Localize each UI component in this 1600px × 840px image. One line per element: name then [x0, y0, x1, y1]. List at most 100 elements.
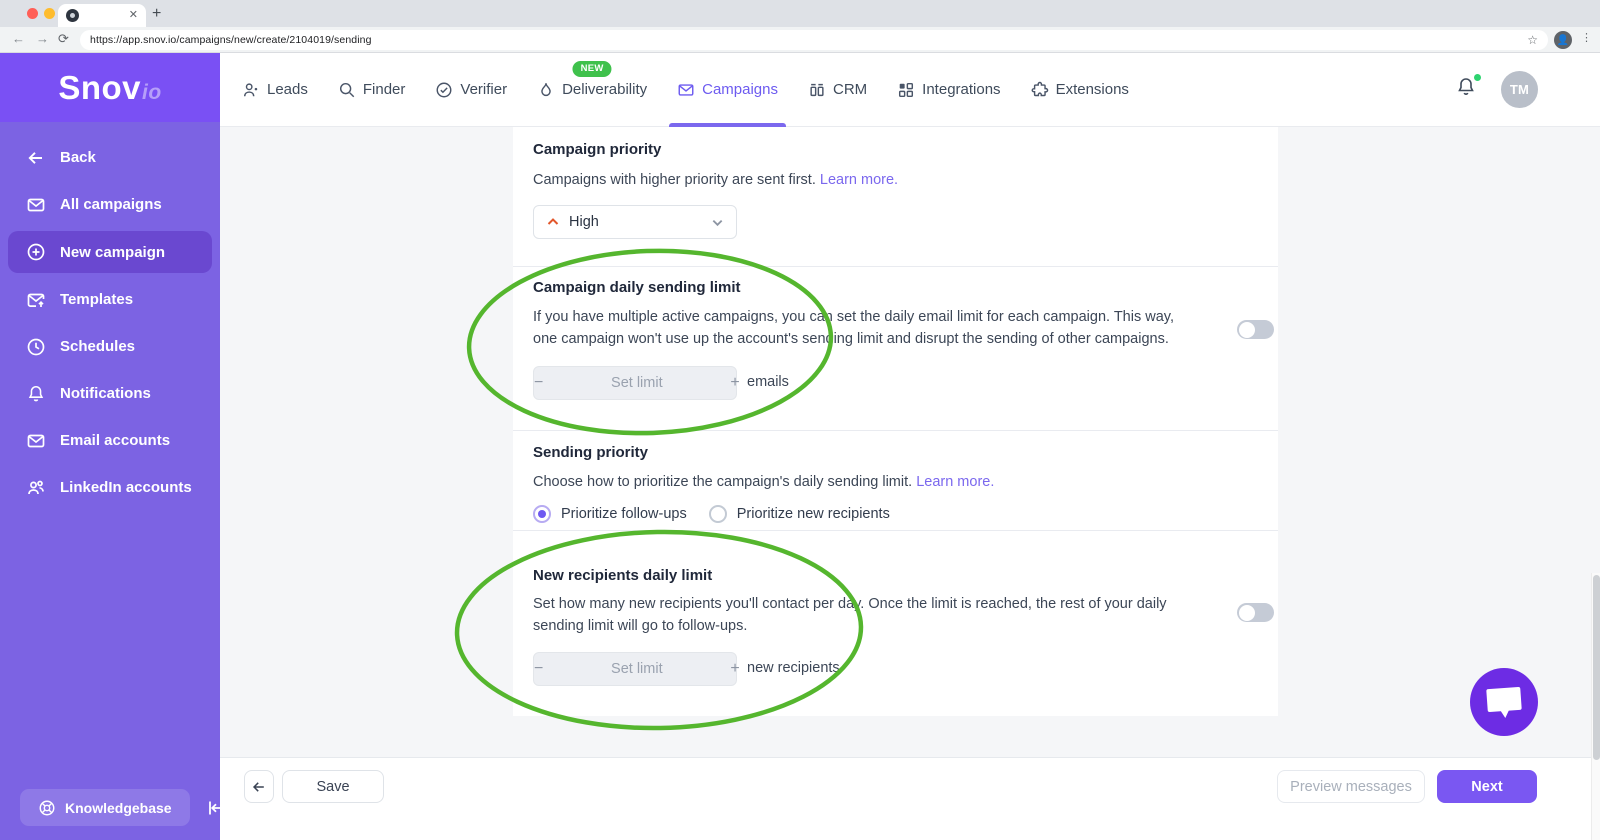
- new-recipients-stepper: − +: [533, 652, 740, 686]
- sidebar-item-all-campaigns[interactable]: All campaigns: [0, 181, 220, 228]
- nav-item-verifier[interactable]: Verifier: [435, 53, 507, 127]
- browser-reload-icon[interactable]: ⟳: [58, 31, 69, 47]
- nav-label: Verifier: [460, 81, 508, 98]
- lifebuoy-icon: [39, 800, 55, 815]
- nav-label: Finder: [362, 81, 406, 98]
- sending-priority-description: Choose how to prioritize the campaign's …: [533, 471, 1198, 493]
- leads-icon: [243, 82, 258, 96]
- notifications-button[interactable]: [1455, 72, 1483, 103]
- daily-limit-description: If you have multiple active campaigns, y…: [533, 309, 1174, 347]
- knowledgebase-label: Knowledgebase: [65, 799, 172, 816]
- sidebar-item-schedules[interactable]: Schedules: [0, 323, 220, 370]
- radio-label: Prioritize follow-ups: [561, 506, 687, 522]
- nav-item-campaigns[interactable]: Campaigns: [669, 53, 786, 127]
- sidebar-item-back[interactable]: Back: [0, 134, 220, 181]
- daily-limit-toggle[interactable]: [1237, 320, 1274, 339]
- envelope-icon: [678, 83, 694, 96]
- logo-area[interactable]: Snovio: [0, 53, 220, 122]
- browser-profile-icon[interactable]: 👤: [1554, 31, 1572, 49]
- plus-button[interactable]: +: [730, 374, 739, 392]
- nav-item-finder[interactable]: Finder: [338, 53, 406, 127]
- priority-select-value: High: [569, 214, 599, 230]
- sidebar-item-label: Templates: [60, 291, 134, 308]
- daily-limit-input[interactable]: [543, 375, 731, 391]
- knowledgebase-button[interactable]: Knowledgebase: [20, 789, 190, 826]
- nav-item-extensions[interactable]: Extensions: [1031, 53, 1129, 127]
- mac-minimize-button[interactable]: [44, 8, 55, 19]
- chevron-down-icon: [711, 216, 724, 229]
- nav-item-crm[interactable]: CRM: [808, 53, 867, 127]
- sidebar-item-label: Schedules: [60, 338, 136, 355]
- browser-menu-icon[interactable]: ⋮: [1581, 31, 1592, 44]
- description-text: Choose how to prioritize the campaign's …: [533, 474, 913, 490]
- main-nav: Leads Finder Verifier NEW Deliverability…: [220, 53, 1129, 127]
- toggle-knob: [1238, 604, 1255, 621]
- new-recipients-input[interactable]: [543, 661, 731, 677]
- radio-unselected-icon: [708, 505, 727, 523]
- main-content: Campaign priority Campaigns with higher …: [220, 127, 1600, 757]
- radio-label: Prioritize new recipients: [736, 506, 890, 522]
- plus-button[interactable]: +: [730, 660, 739, 678]
- sidebar-items: Back All campaigns New campaign Template…: [0, 122, 220, 511]
- back-step-button[interactable]: [244, 770, 274, 803]
- new-recipients-description: Set how many new recipients you'll conta…: [533, 596, 1167, 634]
- nav-label: Leads: [267, 81, 308, 98]
- sidebar-item-notifications[interactable]: Notifications: [0, 370, 220, 417]
- browser-urlbar: ← → ⟳ https://app.snov.io/campaigns/new/…: [0, 27, 1600, 53]
- section-divider: [513, 430, 1278, 431]
- browser-back-icon[interactable]: ←: [12, 31, 25, 46]
- sidebar-item-label: New campaign: [60, 243, 166, 261]
- scrollbar-thumb[interactable]: [1593, 575, 1600, 760]
- sending-settings-card: Campaign priority Campaigns with higher …: [513, 127, 1278, 716]
- nav-label: Deliverability: [562, 81, 648, 98]
- learn-more-link[interactable]: Learn more.: [916, 474, 994, 490]
- new-tab-button[interactable]: +: [152, 5, 161, 23]
- nav-label: Integrations: [922, 81, 1001, 98]
- mac-close-button[interactable]: [27, 8, 38, 19]
- save-button[interactable]: Save: [282, 770, 384, 803]
- nav-item-deliverability[interactable]: NEW Deliverability: [537, 53, 647, 127]
- sending-priority-title: Sending priority: [533, 444, 649, 461]
- clock-icon: [27, 338, 45, 355]
- learn-more-link[interactable]: Learn more.: [820, 172, 898, 188]
- browser-tabstrip: ✕ +: [0, 0, 1600, 27]
- sidebar-item-linkedin-accounts[interactable]: LinkedIn accounts: [0, 464, 220, 511]
- new-recipients-toggle[interactable]: [1237, 603, 1274, 622]
- notification-dot: [1472, 72, 1483, 83]
- nav-label: CRM: [833, 81, 868, 98]
- grid-icon: [899, 82, 914, 97]
- nav-item-integrations[interactable]: Integrations: [897, 53, 1001, 127]
- puzzle-icon: [1031, 81, 1048, 96]
- arrow-left-icon: [28, 151, 42, 164]
- user-avatar[interactable]: TM: [1501, 71, 1538, 108]
- arrow-left-icon: [252, 781, 264, 792]
- browser-tab[interactable]: ✕: [58, 4, 146, 27]
- new-recipients-title: New recipients daily limit: [533, 567, 713, 584]
- sidebar-item-label: Back: [60, 149, 96, 166]
- crm-icon: [810, 83, 824, 96]
- sidebar-item-label: Notifications: [60, 385, 151, 402]
- daily-limit-title: Campaign daily sending limit: [533, 279, 741, 296]
- header-right: TM: [1455, 71, 1600, 108]
- page-scrollbar[interactable]: [1591, 573, 1600, 840]
- nav-item-leads[interactable]: Leads: [242, 53, 308, 127]
- campaign-priority-description: Campaigns with higher priority are sent …: [533, 169, 1198, 191]
- sidebar-bottom: Knowledgebase: [0, 789, 220, 826]
- close-tab-icon[interactable]: ✕: [129, 10, 138, 21]
- bookmark-star-icon[interactable]: ☆: [1527, 33, 1538, 47]
- browser-forward-icon[interactable]: →: [36, 31, 49, 46]
- radio-prioritize-follow-ups[interactable]: Prioritize follow-ups: [533, 505, 687, 523]
- radio-prioritize-new-recipients[interactable]: Prioritize new recipients: [708, 505, 890, 523]
- sidebar-item-templates[interactable]: Templates: [0, 276, 220, 323]
- next-button[interactable]: Next: [1437, 770, 1537, 803]
- section-divider: [513, 530, 1278, 531]
- preview-messages-button[interactable]: Preview messages: [1277, 770, 1425, 803]
- minus-button[interactable]: −: [534, 374, 543, 392]
- chat-widget-button[interactable]: [1470, 668, 1538, 736]
- address-bar[interactable]: https://app.snov.io/campaigns/new/create…: [80, 30, 1548, 50]
- sidebar-item-email-accounts[interactable]: Email accounts: [0, 417, 220, 464]
- chat-bubble-tail: [1499, 708, 1511, 719]
- minus-button[interactable]: −: [534, 660, 543, 678]
- sidebar-item-new-campaign[interactable]: New campaign: [8, 231, 212, 273]
- priority-select[interactable]: High: [533, 205, 737, 239]
